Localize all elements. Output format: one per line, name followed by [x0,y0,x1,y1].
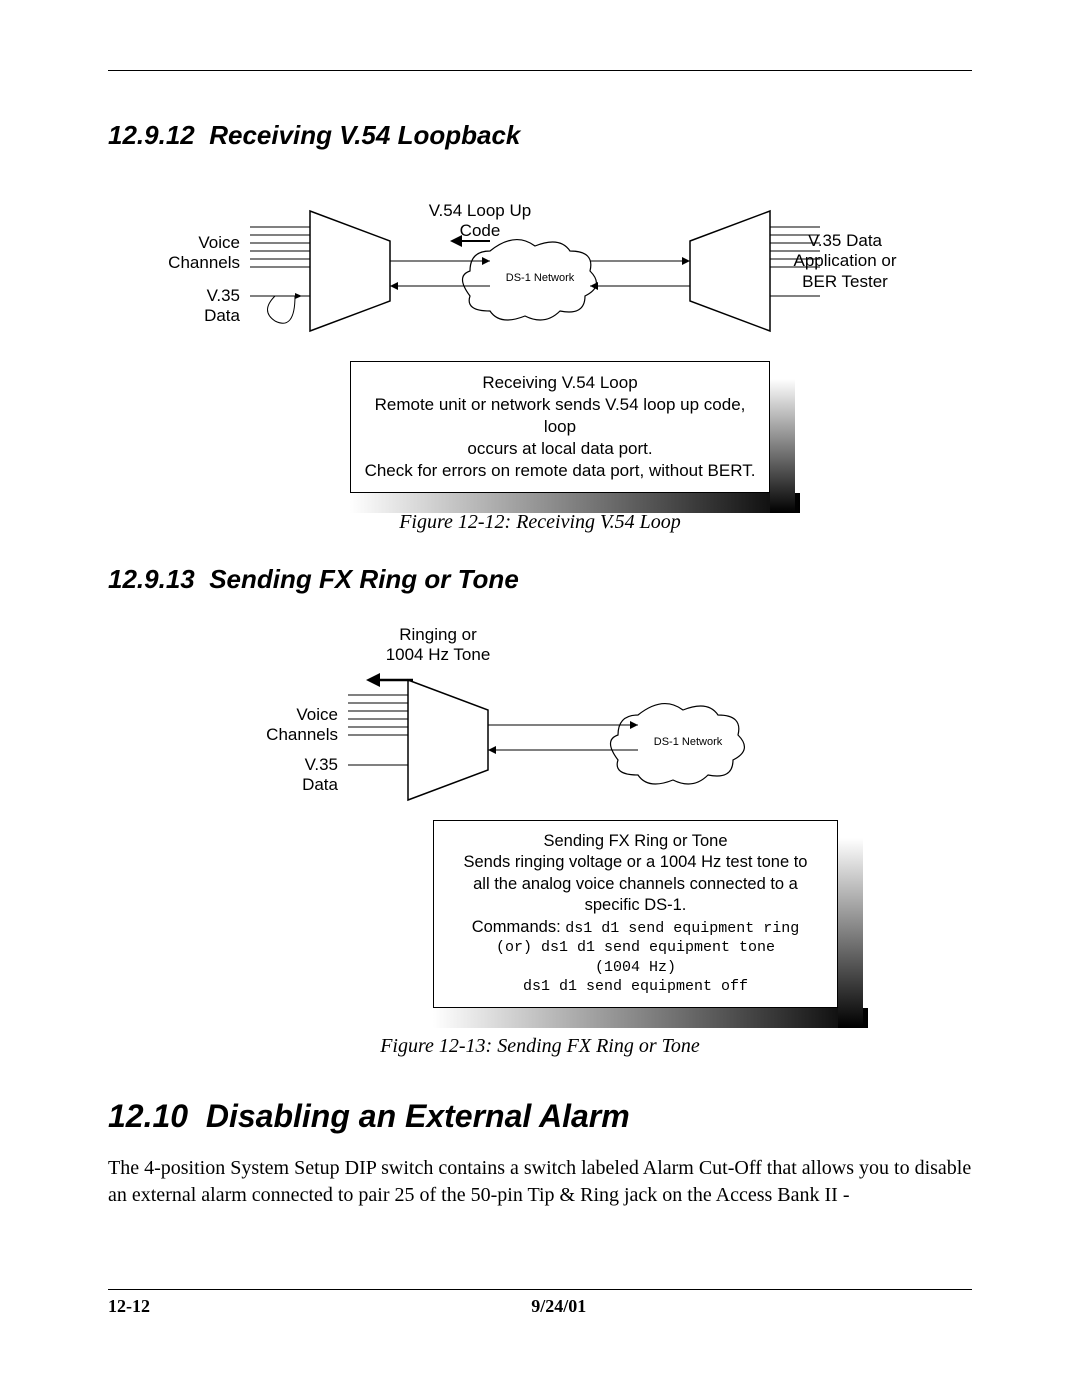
cloud-text: DS-1 Network [506,272,575,284]
cloud-text-2: DS-1 Network [654,736,723,748]
figure-12-12: Voice Channels V.35 Data V.54 Loop Up Co… [160,181,920,501]
info-box-1: Receiving V.54 Loop Remote unit or netwo… [350,361,770,493]
footer-date: 9/24/01 [531,1296,586,1317]
page: 12.9.12 Receiving V.54 Loopback Voice Ch… [0,0,1080,1397]
t: Commands: [472,918,561,936]
shadow-bottom [433,1008,868,1028]
footer-rule [108,1289,972,1290]
t: specific DS-1. [446,895,825,916]
figure-caption-2: Figure 12-13: Sending FX Ring or Tone [108,1035,972,1058]
section-title: Receiving V.54 Loopback [209,120,520,150]
section-heading-1: 12.9.12 Receiving V.54 Loopback [108,120,972,151]
diagram-svg-1: DS-1 Network [160,181,920,361]
section-title: Sending FX Ring or Tone [209,564,519,594]
t: ds1 d1 send equipment off [446,977,825,997]
h1-num: 12.10 [108,1098,188,1134]
shadow-bottom [350,493,800,513]
footer: 12-12 9/24/01 . [108,1289,972,1317]
section-num: 12.9.13 [108,564,195,594]
footer-row: 12-12 9/24/01 . [108,1296,972,1317]
t: Receiving V.54 Loop [363,372,757,394]
paragraph: The 4-position System Setup DIP switch c… [108,1155,972,1209]
t: (or) ds1 d1 send equipment tone [446,938,825,958]
section-heading-2: 12.9.13 Sending FX Ring or Tone [108,564,972,595]
t: Remote unit or network sends V.54 loop u… [363,394,757,438]
t: occurs at local data port. [363,438,757,460]
shadow-right [838,838,863,1028]
t: (1004 Hz) [446,958,825,978]
info-box-2: Sending FX Ring or Tone Sends ringing vo… [433,820,838,1008]
figure-12-13: Ringing or 1004 Hz Tone Voice Channels V… [208,625,868,1025]
body: 12.9.12 Receiving V.54 Loopback Voice Ch… [108,120,972,1247]
page-number: 12-12 [108,1296,150,1317]
t: Sends ringing voltage or a 1004 Hz test … [446,852,825,873]
diagram-svg-2: DS-1 Network [208,625,868,825]
shadow-right [770,379,795,513]
t: all the analog voice channels connected … [446,874,825,895]
figure-caption-1: Figure 12-12: Receiving V.54 Loop [108,511,972,534]
t: Sending FX Ring or Tone [446,831,825,852]
heading-12-10: 12.10 Disabling an External Alarm [108,1098,972,1135]
section-num: 12.9.12 [108,120,195,150]
info-box-content: Sending FX Ring or Tone Sends ringing vo… [433,820,838,1008]
top-rule [108,70,972,71]
h1-title: Disabling an External Alarm [206,1098,630,1134]
cmd-line: Commands: ds1 d1 send equipment ring [446,917,825,939]
info-box-content: Receiving V.54 Loop Remote unit or netwo… [350,361,770,493]
t: ds1 d1 send equipment ring [565,920,799,937]
t: Check for errors on remote data port, wi… [363,460,757,482]
